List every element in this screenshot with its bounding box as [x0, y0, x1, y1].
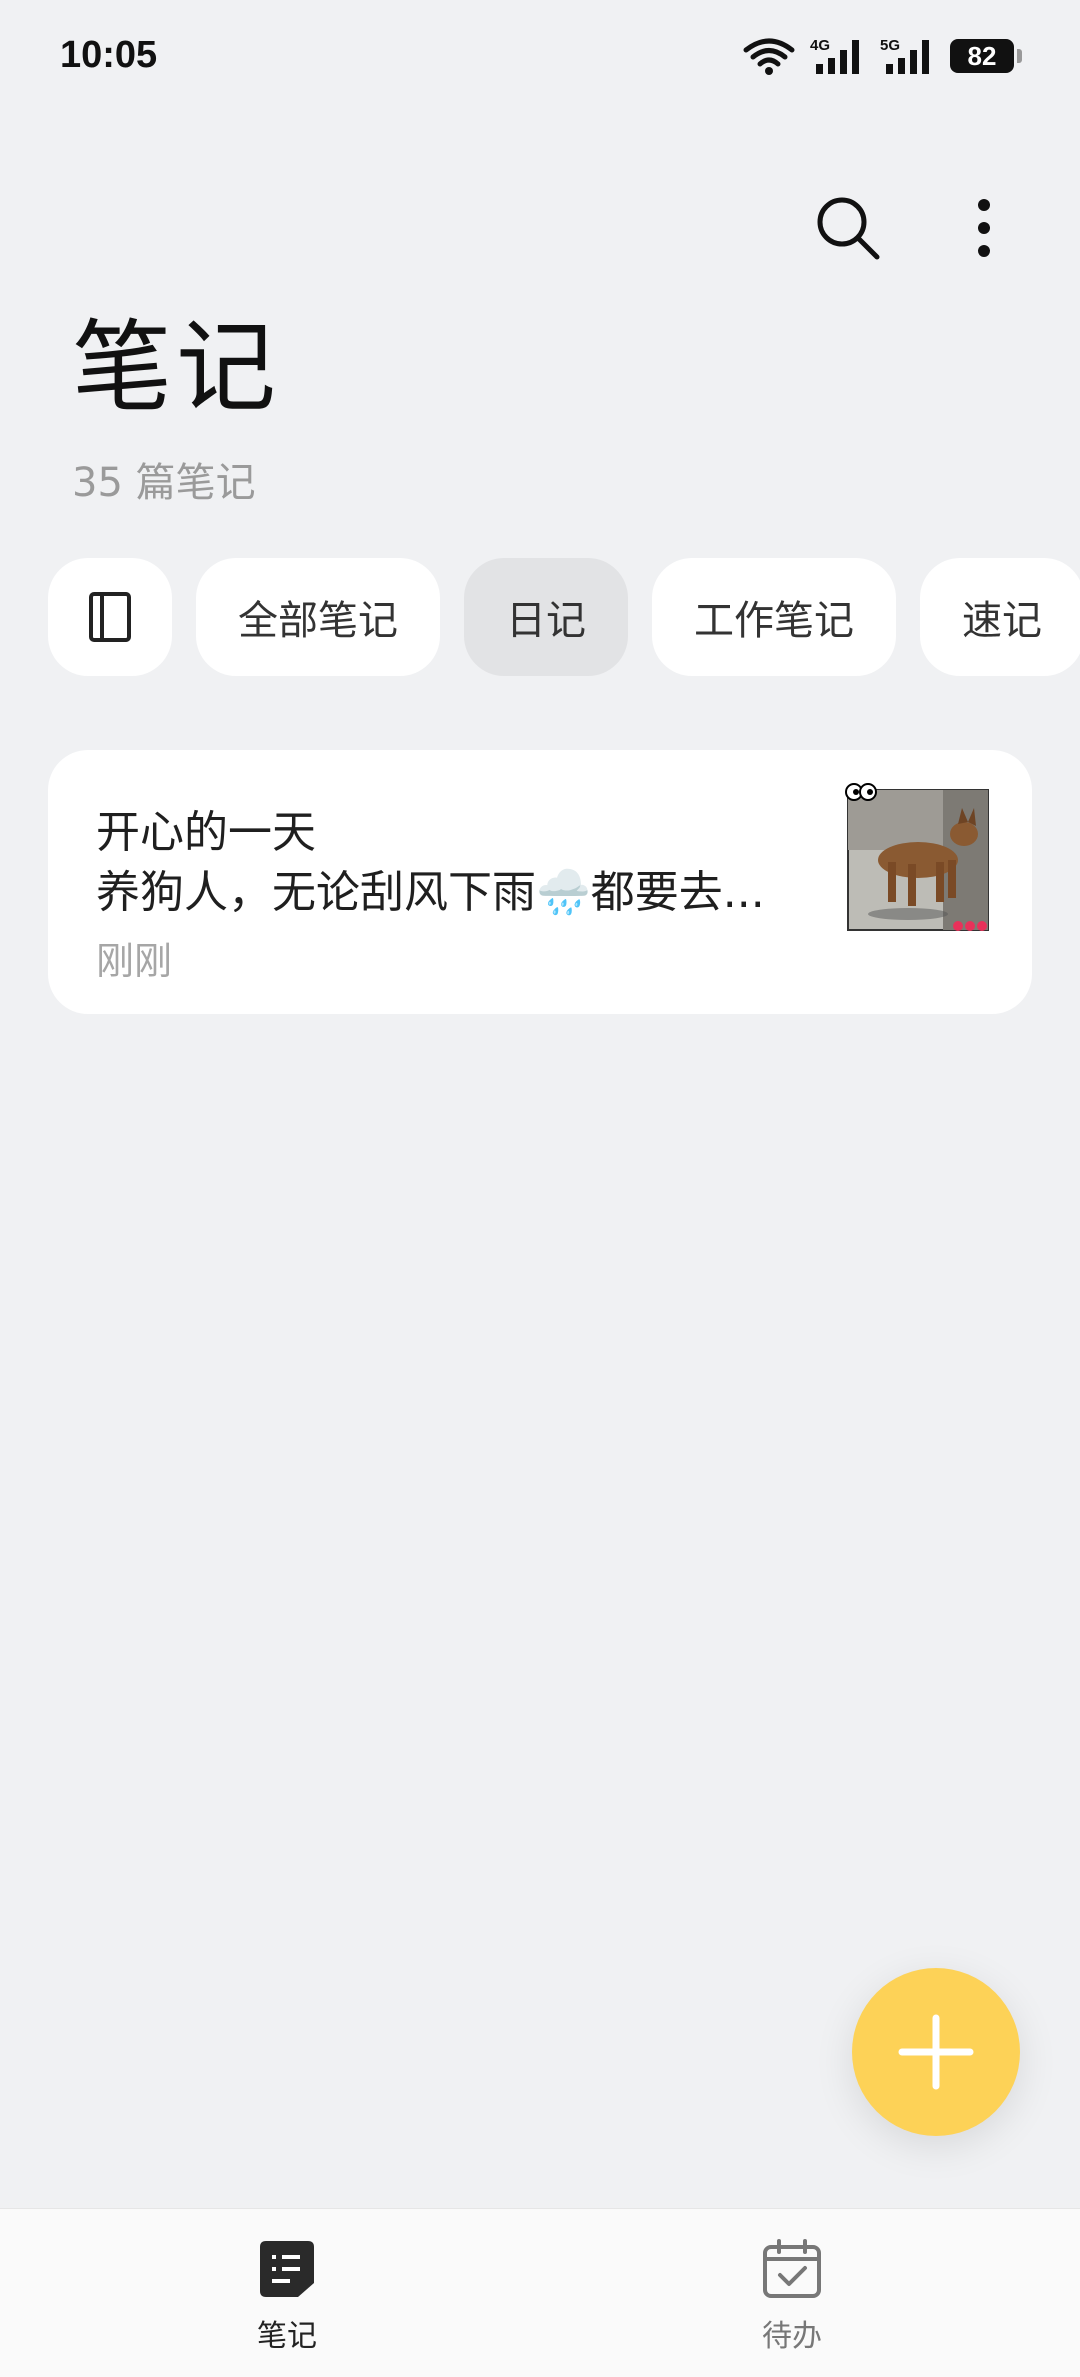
note-card[interactable]: 开心的一天 养狗人，无论刮风下雨🌧️都要去... 刚刚 — [48, 750, 1032, 1014]
nav-notes-label: 笔记 — [257, 2319, 317, 2354]
chip-diary-label: 日记 — [506, 598, 586, 644]
chip-all-notes-label: 全部笔记 — [238, 598, 398, 644]
notebook-folder-button[interactable] — [48, 558, 172, 676]
chip-diary[interactable]: 日记 — [464, 558, 628, 676]
chip-work-notes[interactable]: 工作笔记 — [652, 558, 896, 676]
signal-4g-icon: 4G — [810, 37, 859, 74]
search-button[interactable] — [812, 192, 884, 264]
note-count: 35 篇笔记 — [72, 460, 256, 506]
todo-nav-icon — [763, 2239, 821, 2298]
note-thumbnail-image — [845, 783, 989, 931]
page-title: 笔记 — [72, 309, 280, 426]
folder-chips: 全部笔记 日记 工作笔记 速记 — [48, 558, 1080, 676]
plus-icon — [898, 2014, 974, 2090]
add-note-button[interactable] — [852, 1968, 1020, 2136]
status-bar: 10:05 4G 5G 82 — [0, 0, 1080, 120]
status-icons: 4G 5G 82 — [742, 36, 1022, 76]
notebook-icon — [89, 592, 131, 642]
nav-todo-label: 待办 — [762, 2319, 822, 2354]
note-title: 开心的一天 — [96, 807, 316, 858]
search-icon — [817, 197, 880, 260]
more-icon — [978, 199, 990, 257]
chip-quick-notes[interactable]: 速记 — [920, 558, 1080, 676]
battery-indicator: 82 — [950, 39, 1022, 73]
notes-nav-icon — [260, 2241, 314, 2297]
bottom-nav: 笔记 待办 — [0, 2208, 1080, 2377]
nav-item-notes[interactable]: 笔记 — [187, 2239, 387, 2355]
chip-all-notes[interactable]: 全部笔记 — [196, 558, 440, 676]
more-options-button[interactable] — [948, 192, 1020, 264]
chip-work-notes-label: 工作笔记 — [694, 598, 854, 644]
network-5g-label: 5G — [880, 37, 900, 54]
signal-5g-icon: 5G — [880, 37, 929, 74]
network-4g-label: 4G — [810, 37, 830, 54]
note-time: 刚刚 — [96, 939, 173, 983]
battery-level: 82 — [967, 40, 997, 71]
status-time: 10:05 — [60, 34, 158, 76]
wifi-icon — [743, 38, 795, 75]
note-preview: 养狗人，无论刮风下雨🌧️都要去... — [96, 867, 765, 918]
header-actions — [812, 192, 1020, 264]
chip-quick-notes-label: 速记 — [962, 598, 1042, 644]
nav-item-todo[interactable]: 待办 — [692, 2239, 892, 2355]
